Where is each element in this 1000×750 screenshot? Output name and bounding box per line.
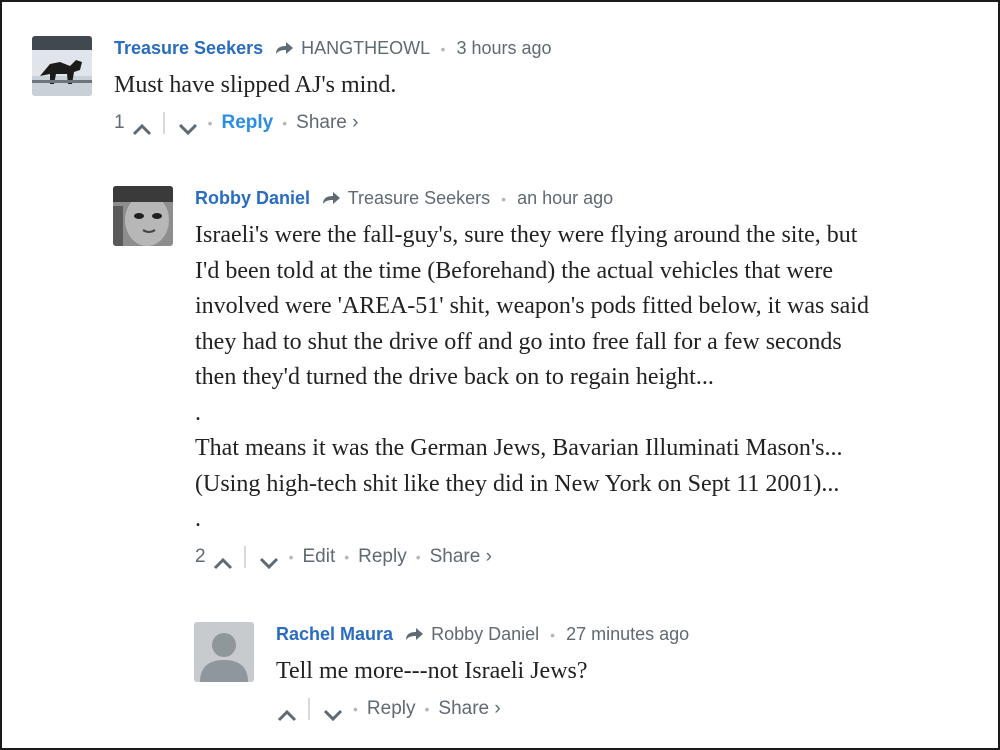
comment-header: Treasure Seekers HANGTHEOWL • 3 hours ag… xyxy=(114,36,552,60)
author-name[interactable]: Rachel Maura xyxy=(276,624,393,644)
upvote-count: 2 xyxy=(195,545,206,567)
parent-author[interactable]: Treasure Seekers xyxy=(348,188,490,208)
share-button[interactable]: Share › xyxy=(296,108,358,138)
timestamp[interactable]: 3 hours ago xyxy=(456,38,551,58)
upvote-icon[interactable] xyxy=(131,116,153,135)
comment-body: Tell me more---not Israeli Jews? xyxy=(276,658,588,684)
comment-header: Rachel Maura Robby Daniel • 27 minutes a… xyxy=(276,622,689,646)
timestamp[interactable]: 27 minutes ago xyxy=(566,624,689,644)
downvote-icon[interactable] xyxy=(177,116,199,135)
vote-divider xyxy=(308,697,310,720)
meta-separator: • xyxy=(440,41,446,57)
author-name[interactable]: Robby Daniel xyxy=(195,188,310,208)
share-button[interactable]: Share › xyxy=(438,694,500,724)
downvote-icon[interactable] xyxy=(258,550,280,569)
default-user-avatar[interactable] xyxy=(194,622,254,682)
action-separator: • xyxy=(415,548,421,565)
parent-author[interactable]: HANGTHEOWL xyxy=(301,38,429,58)
comment-content: Rachel Maura Robby Daniel • 27 minutes a… xyxy=(276,622,689,724)
reply-button[interactable]: Reply xyxy=(221,108,273,138)
comment-actions: • Reply • Share › xyxy=(276,694,689,724)
action-separator: • xyxy=(353,700,358,717)
edit-button[interactable]: Edit xyxy=(302,542,335,572)
author-name[interactable]: Treasure Seekers xyxy=(114,38,263,58)
share-button[interactable]: Share › xyxy=(430,542,492,572)
action-separator: • xyxy=(207,114,213,131)
comment-content: Robby Daniel Treasure Seekers • an hour … xyxy=(195,186,869,572)
action-separator: • xyxy=(344,548,350,565)
comment-thread: Treasure Seekers HANGTHEOWL • 3 hours ag… xyxy=(0,0,1000,750)
comment-content: Treasure Seekers HANGTHEOWL • 3 hours ag… xyxy=(114,36,552,138)
meta-separator: • xyxy=(501,191,507,207)
comment-actions: 1 • Reply • Share › xyxy=(114,108,552,138)
vote-divider xyxy=(162,111,165,134)
upvote-icon[interactable] xyxy=(276,702,298,721)
face-photo-avatar[interactable] xyxy=(113,186,173,246)
action-separator: • xyxy=(288,548,294,565)
reply-arrow-icon xyxy=(404,624,424,648)
timestamp[interactable]: an hour ago xyxy=(517,188,613,208)
horse-photo-avatar[interactable] xyxy=(32,36,92,96)
reply-arrow-icon xyxy=(274,38,294,62)
reply-button[interactable]: Reply xyxy=(358,542,407,572)
meta-separator: • xyxy=(550,627,556,643)
comment-actions: 2 • Edit • Reply • Share › xyxy=(195,542,869,572)
action-separator: • xyxy=(282,114,288,131)
comment-body: Israeli's were the fall-guy's, sure they… xyxy=(195,222,869,532)
reply-arrow-icon xyxy=(321,188,341,212)
vote-divider xyxy=(243,545,246,568)
parent-author[interactable]: Robby Daniel xyxy=(431,624,539,644)
reply-button[interactable]: Reply xyxy=(367,694,416,724)
comment-header: Robby Daniel Treasure Seekers • an hour … xyxy=(195,186,869,210)
action-separator: • xyxy=(424,700,430,717)
upvote-icon[interactable] xyxy=(212,550,234,569)
upvote-count: 1 xyxy=(114,111,125,133)
comment-body: Must have slipped AJ's mind. xyxy=(114,72,397,98)
downvote-icon[interactable] xyxy=(322,702,344,721)
